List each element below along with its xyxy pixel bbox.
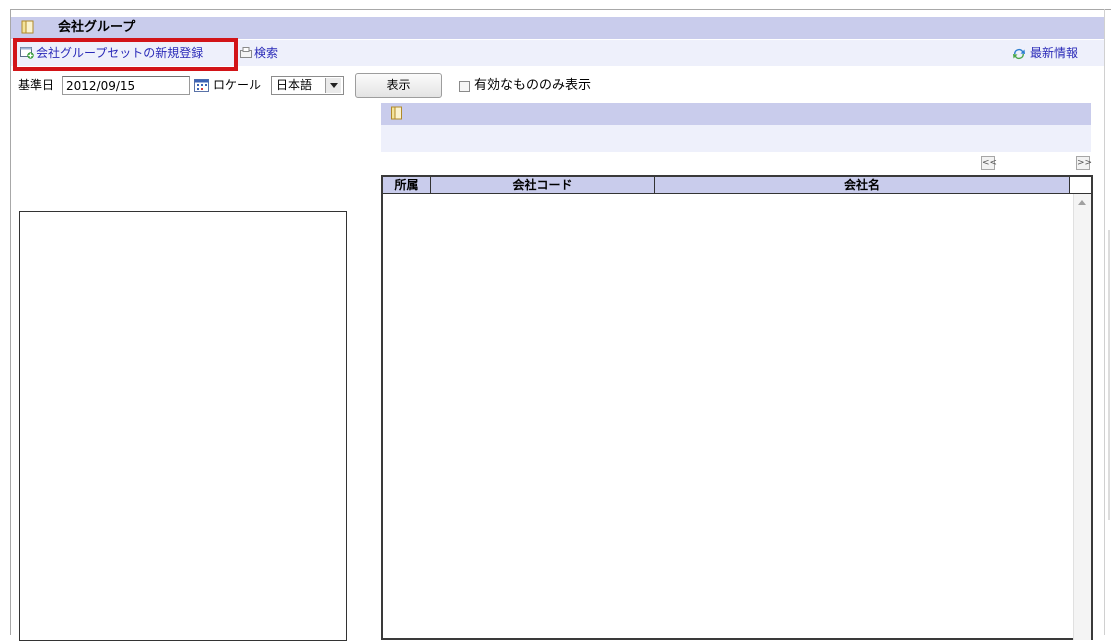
show-button[interactable]: 表示 [355,73,442,98]
detail-panel-body [381,125,1091,152]
title-bar [11,17,1104,39]
locale-selected-value: 日本語 [276,78,313,92]
pager-prev-button[interactable]: << [981,156,997,170]
table-scrollbar[interactable] [1073,194,1091,640]
window-scroll-track[interactable] [1108,230,1110,520]
column-header-spacer [1070,177,1091,194]
search-link[interactable]: 検索 [254,45,278,61]
frame-right-border [1104,9,1105,635]
column-header-affiliation[interactable]: 所属 [383,177,431,194]
scroll-up-icon[interactable] [1078,200,1086,205]
folder-icon [391,106,402,120]
chevron-down-icon[interactable] [325,78,341,93]
refresh-icon[interactable] [1011,47,1027,61]
detail-panel-header [381,103,1091,125]
frame-top-border [10,9,1111,10]
column-header-company-code[interactable]: 会社コード [431,177,655,194]
refresh-link[interactable]: 最新情報 [1030,45,1078,61]
calendar-icon[interactable] [194,78,209,92]
company-table [381,175,1093,640]
frame-left-border [10,9,11,635]
column-header-company-name[interactable]: 会社名 [655,177,1070,194]
group-tree-panel[interactable] [19,211,347,641]
valid-only-label: 有効なもののみ表示 [474,78,592,93]
base-date-input[interactable] [62,76,190,95]
base-date-label: 基準日 [18,78,55,92]
valid-only-checkbox[interactable] [459,81,470,92]
folder-icon [21,20,34,34]
page-title: 会社グループ [58,20,136,35]
search-icon[interactable] [240,47,252,58]
pager-next-button[interactable]: >> [1076,156,1092,170]
highlight-box [13,38,238,71]
locale-label: ロケール [213,78,262,92]
